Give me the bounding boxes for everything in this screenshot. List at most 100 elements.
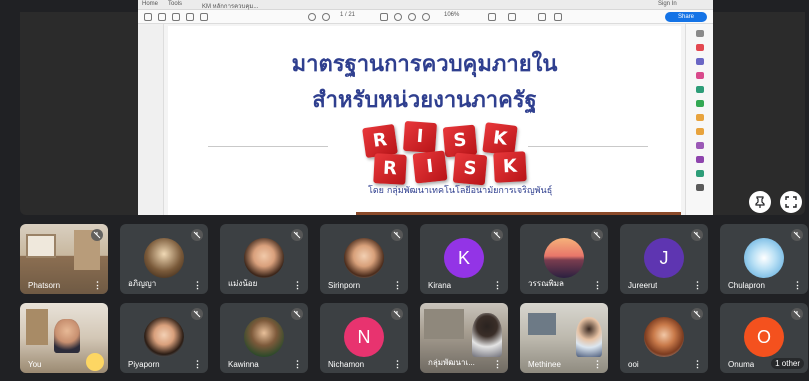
- export-pdf-icon[interactable]: [696, 72, 704, 79]
- scan-icon[interactable]: [696, 170, 704, 177]
- hand-icon[interactable]: [394, 13, 402, 21]
- participant-tile[interactable]: ooi ⋮: [620, 303, 708, 373]
- participant-tile[interactable]: K Kirana ⋮: [420, 224, 508, 294]
- more-options-icon[interactable]: ⋮: [293, 360, 302, 369]
- upload-icon[interactable]: [158, 13, 166, 21]
- comment-tool-icon[interactable]: [696, 114, 704, 121]
- mic-off-icon: [191, 229, 203, 241]
- slide-byline: โดย กลุ่มพัฒนาเทคโนโลยีอนามัยการเจริญพัน…: [368, 186, 553, 196]
- sign-in-link[interactable]: Sign In: [658, 1, 677, 7]
- participant-name: ooi: [628, 360, 639, 369]
- page-down-icon[interactable]: [322, 13, 330, 21]
- zoom-out-icon[interactable]: [408, 13, 416, 21]
- participant-name: Nichamon: [328, 360, 365, 369]
- pen-icon[interactable]: [554, 13, 562, 21]
- participant-tile[interactable]: Methinee ⋮: [520, 303, 608, 373]
- create-pdf-icon[interactable]: [696, 44, 704, 51]
- participant-tile[interactable]: Sirinporn ⋮: [320, 224, 408, 294]
- zoom-level[interactable]: 106%: [444, 12, 459, 18]
- participant-tile[interactable]: Kawinna ⋮: [220, 303, 308, 373]
- zoom-in-icon[interactable]: [422, 13, 430, 21]
- more-options-icon[interactable]: ⋮: [493, 281, 502, 290]
- cursor-icon[interactable]: [380, 13, 388, 21]
- comment-icon[interactable]: [538, 13, 546, 21]
- save-icon[interactable]: [144, 13, 152, 21]
- share-button[interactable]: Share: [665, 12, 707, 22]
- avatar: [144, 317, 184, 357]
- participant-name: Piyaporn: [128, 360, 160, 369]
- mic-off-icon: [91, 229, 103, 241]
- participant-tile[interactable]: You: [20, 303, 108, 373]
- avatar: [244, 317, 284, 357]
- more-options-icon[interactable]: ⋮: [293, 281, 302, 290]
- mic-off-icon: [491, 229, 503, 241]
- mail-icon[interactable]: [186, 13, 194, 21]
- mic-off-icon: [591, 229, 603, 241]
- participant-name: Kirana: [428, 281, 452, 290]
- slide-title-line1: มาตรฐานการควบคุมภายใน: [291, 52, 558, 77]
- person-image: [472, 313, 502, 357]
- more-options-icon[interactable]: ⋮: [193, 360, 202, 369]
- search-icon[interactable]: [200, 13, 208, 21]
- menu-tools[interactable]: Tools: [168, 1, 182, 7]
- pdf-menu-bar: Home Tools KM หลักการควบคุม... Sign In: [138, 0, 713, 10]
- participant-tile[interactable]: Piyaporn ⋮: [120, 303, 208, 373]
- pin-button[interactable]: [749, 191, 771, 213]
- fullscreen-button[interactable]: [780, 191, 802, 213]
- protect-icon[interactable]: [696, 156, 704, 163]
- mic-off-icon: [391, 229, 403, 241]
- scroll-mode-icon[interactable]: [508, 13, 516, 21]
- menu-home[interactable]: Home: [142, 1, 158, 7]
- page-fit-icon[interactable]: [488, 13, 496, 21]
- office-image: [424, 309, 464, 339]
- more-options-icon[interactable]: ⋮: [693, 281, 702, 290]
- participant-tile[interactable]: กลุ่มพัฒนาเ... ⋮: [420, 303, 508, 373]
- more-options-icon[interactable]: ⋮: [593, 281, 602, 290]
- page-up-icon[interactable]: [308, 13, 316, 21]
- avatar: [244, 238, 284, 278]
- search-tool-icon[interactable]: [696, 30, 704, 37]
- more-options-icon[interactable]: ⋮: [193, 281, 202, 290]
- combine-icon[interactable]: [696, 100, 704, 107]
- more-options-icon[interactable]: ⋮: [493, 360, 502, 369]
- participant-tile[interactable]: N Nichamon ⋮: [320, 303, 408, 373]
- slide-title-line2: สำหรับหน่วยงานภาครัฐ: [312, 88, 537, 113]
- print-icon[interactable]: [172, 13, 180, 21]
- participant-tile[interactable]: วรรณพิมล ⋮: [520, 224, 608, 294]
- participant-tile[interactable]: J Jureerut ⋮: [620, 224, 708, 294]
- participant-name: Kawinna: [228, 360, 259, 369]
- more-options-icon[interactable]: ⋮: [593, 360, 602, 369]
- participant-tile[interactable]: Phatsorn ⋮: [20, 224, 108, 294]
- more-options-icon[interactable]: ⋮: [793, 281, 802, 290]
- avatar: [544, 238, 584, 278]
- pdf-toolbar: 1 / 21 106%: [138, 10, 713, 24]
- participant-name: กลุ่มพัฒนาเ...: [428, 358, 475, 367]
- send-icon[interactable]: [696, 142, 704, 149]
- avatar: [144, 238, 184, 278]
- participant-name: Jureerut: [628, 281, 658, 290]
- participant-name: อภิญญา: [128, 279, 157, 288]
- avatar-letter: J: [644, 238, 684, 278]
- more-options-icon[interactable]: ⋮: [393, 281, 402, 290]
- others-count-badge[interactable]: 1 other: [771, 358, 804, 369]
- edit-pdf-icon[interactable]: [696, 58, 704, 65]
- risk-die: R: [373, 153, 407, 185]
- participant-tile[interactable]: Chulapron ⋮: [720, 224, 808, 294]
- participant-tile[interactable]: แม่งน้อย ⋮: [220, 224, 308, 294]
- mic-off-icon: [791, 229, 803, 241]
- organize-icon[interactable]: [696, 86, 704, 93]
- more-options-icon[interactable]: ⋮: [393, 360, 402, 369]
- monitor-image: [528, 313, 556, 335]
- fill-sign-icon[interactable]: [696, 128, 704, 135]
- pdf-left-panel: [138, 24, 164, 215]
- risk-die: I: [412, 150, 448, 184]
- participant-tile[interactable]: อภิญญา ⋮: [120, 224, 208, 294]
- avatar: [644, 317, 684, 357]
- avatar-letter: K: [444, 238, 484, 278]
- more-options-icon[interactable]: ⋮: [93, 281, 102, 290]
- mic-off-icon: [691, 229, 703, 241]
- more-tools-icon[interactable]: [696, 184, 704, 191]
- more-options-icon[interactable]: ⋮: [693, 360, 702, 369]
- page-indicator[interactable]: 1 / 21: [340, 12, 355, 18]
- participant-tile[interactable]: O Onuma 1 other: [720, 303, 808, 373]
